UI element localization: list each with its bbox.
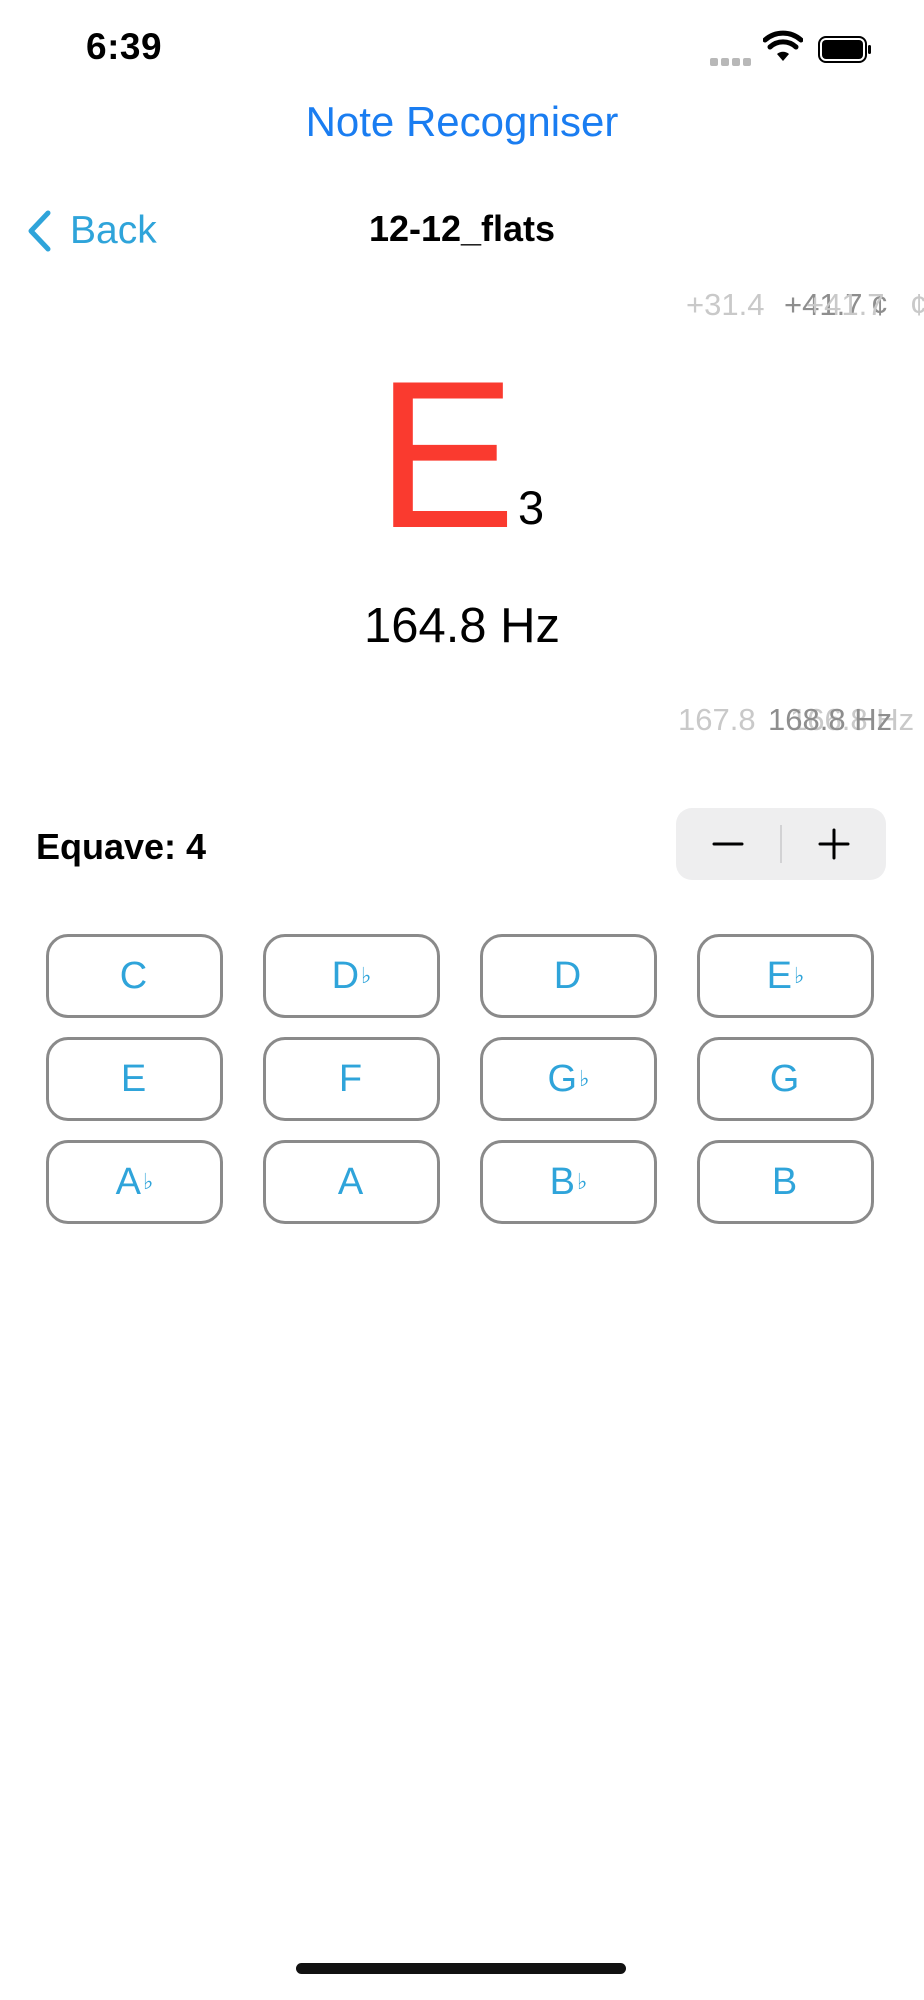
note-button-g-flat[interactable]: G ♭ — [480, 1037, 657, 1121]
note-letter: E — [376, 337, 517, 572]
note-button-d-flat[interactable]: D ♭ — [263, 934, 440, 1018]
note-button-b-flat[interactable]: B ♭ — [480, 1140, 657, 1224]
ghost-frequency: 167.8 — [678, 702, 756, 737]
home-indicator — [296, 1963, 626, 1974]
ghost-cents: +31.4 — [686, 287, 765, 322]
battery-icon — [818, 36, 872, 63]
signal-icon — [710, 53, 754, 66]
note-button-a[interactable]: A — [263, 1140, 440, 1224]
note-button-f[interactable]: F — [263, 1037, 440, 1121]
note-button-e-flat[interactable]: E ♭ — [697, 934, 874, 1018]
plus-icon — [818, 828, 850, 860]
note-button-a-flat[interactable]: A ♭ — [46, 1140, 223, 1224]
app-title: Note Recogniser — [305, 98, 619, 145]
equave-label: Equave: 4 — [36, 826, 207, 867]
note-button-d[interactable]: D — [480, 934, 657, 1018]
note-button-g[interactable]: G — [697, 1037, 874, 1121]
equave-stepper[interactable] — [676, 808, 886, 880]
status-time: 6:39 — [86, 26, 163, 67]
frequency-readout: 164.8 Hz — [363, 599, 561, 653]
wifi-icon — [762, 30, 804, 64]
ghost-frequency: 168.8 Hz — [768, 702, 893, 737]
note-button-e[interactable]: E — [46, 1037, 223, 1121]
minus-icon — [712, 842, 744, 846]
ghost-cents: ¢ — [910, 287, 924, 322]
decrement-button[interactable] — [676, 808, 780, 880]
note-grid: C D ♭ D E ♭ E F G ♭ G A ♭ A B ♭ B — [46, 934, 876, 1224]
ghost-cents: +41.7 — [806, 287, 885, 322]
note-button-b[interactable]: B — [697, 1140, 874, 1224]
increment-button[interactable] — [782, 808, 886, 880]
note-button-c[interactable]: C — [46, 934, 223, 1018]
nav-title: 12-12_flats — [368, 208, 556, 249]
note-octave: 3 — [518, 481, 545, 534]
